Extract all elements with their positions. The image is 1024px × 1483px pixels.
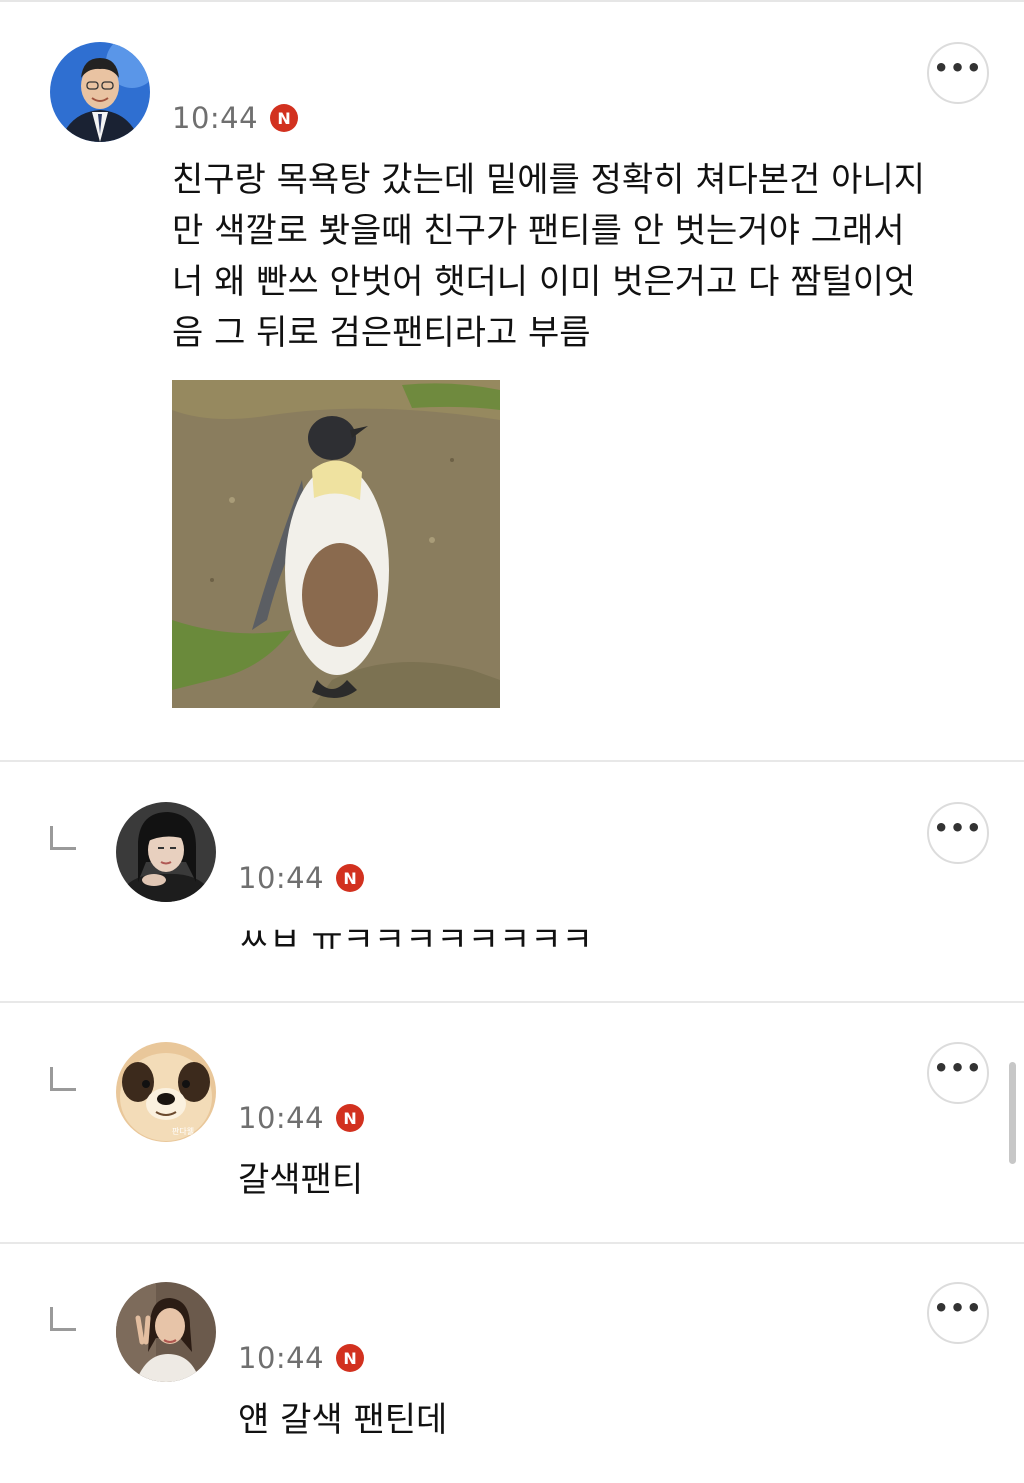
comment-divider <box>0 760 1024 762</box>
new-badge-icon: N <box>336 1344 365 1372</box>
reply-arrow-icon <box>50 826 76 850</box>
comment-time: 10:44 <box>238 1341 325 1375</box>
more-dots-icon: ••• <box>933 1054 983 1082</box>
comment-text: 얜 갈색 팬틴데 <box>238 1400 448 1440</box>
comment-time: 10:44 <box>238 861 325 895</box>
more-options-button[interactable]: ••• <box>927 1042 989 1104</box>
user-avatar[interactable] <box>116 1282 216 1382</box>
reply-arrow-icon <box>50 1067 76 1091</box>
comment-divider <box>0 1242 1024 1244</box>
timestamp-row: 10:44 N <box>238 860 365 896</box>
timestamp-row: 10:44 N <box>172 100 299 136</box>
more-options-button[interactable]: ••• <box>927 42 989 104</box>
user-avatar[interactable] <box>50 42 150 142</box>
comment-time: 10:44 <box>172 101 259 135</box>
more-dots-icon: ••• <box>933 1294 983 1322</box>
more-dots-icon: ••• <box>933 814 983 842</box>
new-badge-icon: N <box>336 864 365 892</box>
user-avatar[interactable]: 판다웰 <box>116 1042 216 1142</box>
scrollbar[interactable] <box>1009 1062 1016 1164</box>
more-options-button[interactable]: ••• <box>927 802 989 864</box>
reply-arrow-icon <box>50 1307 76 1331</box>
comment-divider <box>0 1001 1024 1003</box>
more-options-button[interactable]: ••• <box>927 1282 989 1344</box>
timestamp-row: 10:44 N <box>238 1100 365 1136</box>
user-avatar[interactable] <box>116 802 216 902</box>
comment-text: 갈색팬티 <box>238 1160 364 1200</box>
comment-time: 10:44 <box>238 1101 325 1135</box>
new-badge-icon: N <box>270 104 299 132</box>
top-divider <box>0 0 1024 2</box>
comment-text: 친구랑 목욕탕 갔는데 밑에를 정확히 쳐다본건 아니지 만 색깔로 봣을때 친… <box>172 160 926 353</box>
comment-text: ㅆㅂ ㅠㅋㅋㅋㅋㅋㅋㅋㅋ <box>238 920 593 960</box>
avatar-caption: 판다웰 <box>172 1127 195 1136</box>
more-dots-icon: ••• <box>933 54 983 82</box>
new-badge-icon: N <box>336 1104 365 1132</box>
penguin-photo[interactable] <box>172 380 500 708</box>
timestamp-row: 10:44 N <box>238 1340 365 1376</box>
